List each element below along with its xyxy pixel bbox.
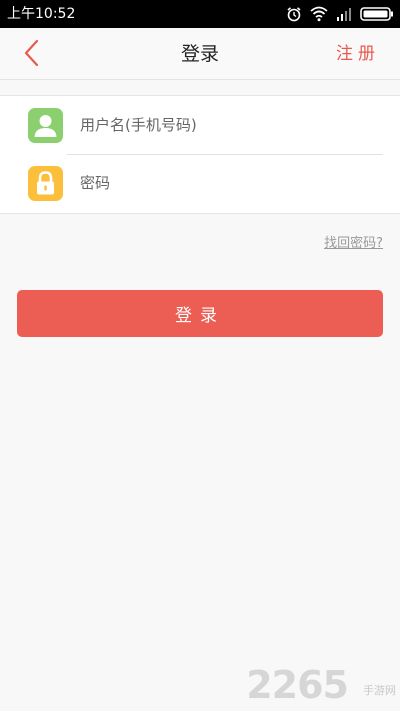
user-icon (28, 108, 63, 143)
alarm-icon (286, 5, 302, 23)
password-input[interactable] (80, 168, 380, 198)
status-bar: 上午10:52 (0, 0, 400, 28)
wifi-icon (310, 5, 328, 23)
status-time: 上午10:52 (7, 6, 76, 22)
username-input[interactable] (80, 110, 380, 140)
register-link[interactable]: 注册 (336, 42, 380, 66)
password-row (0, 154, 400, 212)
battery-icon (360, 5, 394, 23)
watermark-digits: 2265 (246, 663, 349, 707)
lock-icon (28, 166, 63, 201)
watermark-text: 手游网 (363, 684, 396, 697)
login-button[interactable]: 登录 (17, 290, 383, 337)
login-form (0, 95, 400, 214)
watermark-logo: 2265 手游网 (246, 665, 396, 705)
header: 登录 注册 (0, 28, 400, 80)
forgot-password-link[interactable]: 找回密码? (324, 232, 383, 251)
signal-icon (336, 5, 352, 23)
username-row (0, 96, 400, 154)
